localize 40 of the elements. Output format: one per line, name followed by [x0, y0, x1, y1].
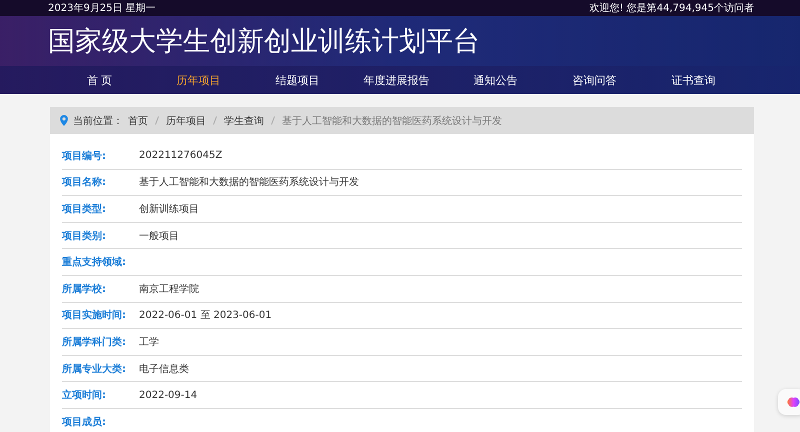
field-value: 2022-06-01 至 2023-06-01 [139, 309, 272, 322]
field-label: 重点支持领域: [62, 256, 127, 270]
field-value: 202211276045Z [139, 150, 222, 162]
visitor-count-text: 欢迎您! 您是第44,794,945个访问者 [590, 2, 754, 15]
nav-link[interactable]: 结题项目 [248, 72, 347, 88]
field-value: 南京工程学院 [139, 282, 199, 296]
field-label: 项目类别: [62, 230, 107, 243]
field-label: 项目编号: [62, 150, 107, 163]
site-title: 国家级大学生创新创业训练计划平台 [48, 25, 480, 59]
field-value: 一般项目 [139, 230, 179, 243]
nav-link[interactable]: 年度进展报告 [347, 72, 446, 88]
nav-link[interactable]: 首 页 [50, 72, 149, 88]
field-label: 所属学科门类: [62, 335, 127, 349]
field-label: 项目名称: [62, 176, 107, 190]
slash-separator-icon [155, 116, 159, 125]
field-label: 项目实施时间: [62, 308, 127, 322]
breadcrumb-link[interactable]: 学生查询 [224, 114, 264, 128]
nav-link[interactable]: 历年项目 [149, 72, 248, 88]
slash-separator-icon [271, 116, 275, 125]
field-label: 项目成员: [62, 416, 107, 429]
location-pin-icon [60, 115, 68, 126]
breadcrumb-link[interactable]: 首页 [128, 114, 148, 128]
field-value: 电子信息类 [139, 362, 189, 376]
nav-link[interactable]: 咨询问答 [545, 72, 644, 88]
nav-link[interactable]: 通知公告 [446, 72, 545, 88]
field-value: 创新训练项目 [139, 202, 199, 216]
date-text: 2023年9月25日 星期一 [48, 2, 156, 15]
breadcrumb-prefix: 当前位置： [73, 114, 123, 128]
field-label: 所属专业大类: [62, 362, 127, 376]
field-label: 项目类型: [62, 202, 107, 216]
field-value: 2022-09-14 [139, 390, 198, 401]
assistant-button[interactable] [778, 389, 800, 415]
field-label: 所属学校: [62, 282, 107, 296]
field-value: 工学 [139, 336, 159, 349]
current-page-text: 基于人工智能和大数据的智能医药系统设计与开发 [282, 114, 502, 128]
nav-link[interactable]: 证书查询 [644, 72, 743, 88]
field-label: 立项时间: [62, 388, 107, 402]
field-value: 基于人工智能和大数据的智能医药系统设计与开发 [139, 176, 359, 190]
breadcrumb-link[interactable]: 历年项目 [166, 114, 206, 128]
slash-separator-icon [213, 116, 217, 125]
